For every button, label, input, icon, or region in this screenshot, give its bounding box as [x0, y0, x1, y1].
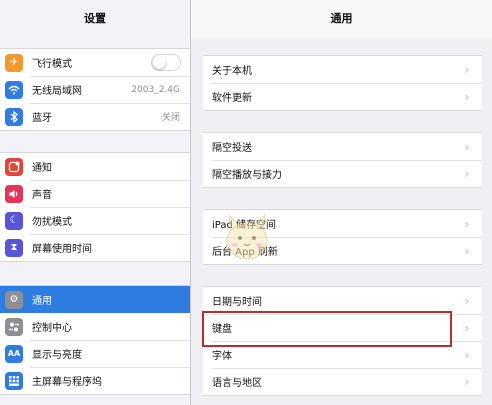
general-settings-pane: 通用 关于本机 › 软件更新 › 隔空投送 › 隔空播放与接力 › iPad 储… [191, 0, 492, 405]
airplane-icon: ✈ [5, 53, 23, 72]
notifications-icon [5, 157, 23, 176]
gear-icon: ⚙ [5, 290, 23, 309]
sidebar-item-do-not-disturb[interactable]: ☾ 勿扰模式 [0, 207, 190, 234]
wifi-network-value: 2003_2.4G [131, 84, 180, 95]
sidebar-item-control-center[interactable]: 控制中心 [0, 313, 190, 340]
general-item-label: 软件更新 [212, 93, 252, 104]
hourglass-icon: ⧗ [5, 238, 23, 257]
toggle-knob [153, 56, 166, 69]
general-item-label: 隔空播放与接力 [212, 170, 282, 181]
chevron-right-icon: › [464, 243, 470, 258]
bluetooth-icon [5, 107, 23, 126]
general-item-label: 关于本机 [212, 66, 252, 77]
general-item-keyboard[interactable]: 键盘 › [203, 314, 482, 341]
sidebar-item-airplane-mode[interactable]: ✈ 飞行模式 [0, 49, 190, 76]
general-group-storage: iPad 储存空间 › 后台 App 刷新 › [203, 209, 482, 265]
chevron-right-icon: › [464, 62, 470, 77]
chevron-right-icon: › [464, 293, 470, 308]
sidebar-item-wifi[interactable]: 无线局域网 2003_2.4G [0, 76, 190, 103]
general-item-date-time[interactable]: 日期与时间 › [203, 287, 482, 314]
general-item-airplay-handoff[interactable]: 隔空播放与接力 › [203, 160, 482, 187]
sidebar-item-sounds[interactable]: 声音 [0, 180, 190, 207]
chevron-right-icon: › [464, 374, 470, 389]
general-item-language-region[interactable]: 语言与地区 › [203, 368, 482, 395]
general-item-label: 日期与时间 [212, 297, 262, 308]
general-group-locale: 日期与时间 › 键盘 › 字体 › 语言与地区 › [203, 286, 482, 396]
general-item-label: 键盘 [212, 324, 232, 335]
airplane-mode-toggle[interactable] [151, 54, 181, 71]
sidebar-item-label: 显示与亮度 [32, 350, 82, 361]
sidebar-item-label: 控制中心 [32, 323, 72, 334]
general-group-about: 关于本机 › 软件更新 › [203, 55, 482, 111]
sidebar-item-home-screen-dock[interactable]: 主屏幕与程序坞 [0, 367, 190, 394]
sidebar-group-connectivity: ✈ 飞行模式 无线局域网 2003_2.4G 蓝牙 关闭 [0, 48, 190, 131]
general-group-airdrop: 隔空投送 › 隔空播放与接力 › [203, 132, 482, 188]
bluetooth-status-value: 关闭 [161, 113, 180, 123]
control-center-icon [5, 317, 23, 336]
chevron-right-icon: › [464, 89, 470, 104]
sound-icon [5, 184, 23, 203]
general-item-label: iPad 储存空间 [212, 220, 277, 231]
wifi-icon [5, 80, 23, 99]
home-screen-icon [5, 371, 23, 390]
moon-icon: ☾ [5, 211, 23, 230]
chevron-right-icon: › [464, 216, 470, 231]
general-item-background-app-refresh[interactable]: 后台 App 刷新 › [203, 237, 482, 264]
general-item-fonts[interactable]: 字体 › [203, 341, 482, 368]
general-item-about[interactable]: 关于本机 › [203, 56, 482, 83]
general-item-software-update[interactable]: 软件更新 › [203, 83, 482, 110]
general-item-label: 隔空投送 [212, 143, 252, 154]
general-item-airdrop[interactable]: 隔空投送 › [203, 133, 482, 160]
chevron-right-icon: › [464, 166, 470, 181]
sidebar-item-notifications[interactable]: 通知 [0, 153, 190, 180]
sidebar-item-label: 通用 [32, 296, 52, 307]
chevron-right-icon: › [464, 320, 470, 335]
sidebar-item-screen-time[interactable]: ⧗ 屏幕使用时间 [0, 234, 190, 261]
general-item-label: 字体 [212, 351, 232, 362]
general-item-ipad-storage[interactable]: iPad 储存空间 › [203, 210, 482, 237]
sidebar-item-bluetooth[interactable]: 蓝牙 关闭 [0, 103, 190, 130]
sidebar-item-label: 飞行模式 [32, 59, 72, 70]
sidebar-title: 设置 [84, 12, 106, 25]
sidebar-group-system: ⚙ 通用 控制中心 AA 显示与亮度 主屏幕与程序坞 [0, 285, 190, 395]
sidebar-item-label: 屏幕使用时间 [32, 244, 92, 255]
sidebar-group-alerts: 通知 声音 ☾ 勿扰模式 ⧗ 屏幕使用时间 [0, 152, 190, 262]
sidebar-item-display-brightness[interactable]: AA 显示与亮度 [0, 340, 190, 367]
chevron-right-icon: › [464, 139, 470, 154]
sidebar-item-label: 勿扰模式 [32, 217, 72, 228]
sidebar-item-label: 主屏幕与程序坞 [32, 377, 102, 388]
sidebar-item-label: 通知 [32, 163, 52, 174]
sidebar-item-general[interactable]: ⚙ 通用 [0, 286, 190, 313]
page-title: 通用 [191, 0, 492, 38]
general-item-label: 后台 App 刷新 [212, 247, 278, 258]
sidebar-item-label: 无线局域网 [32, 86, 82, 97]
chevron-right-icon: › [464, 347, 470, 362]
sidebar-item-label: 声音 [32, 190, 52, 201]
sidebar-item-label: 蓝牙 [32, 113, 52, 124]
settings-sidebar: 设置 ✈ 飞行模式 无线局域网 2003_2.4G 蓝牙 关闭 通知 声音 ☾ … [0, 0, 191, 405]
general-item-label: 语言与地区 [212, 378, 262, 389]
display-icon: AA [5, 344, 23, 363]
